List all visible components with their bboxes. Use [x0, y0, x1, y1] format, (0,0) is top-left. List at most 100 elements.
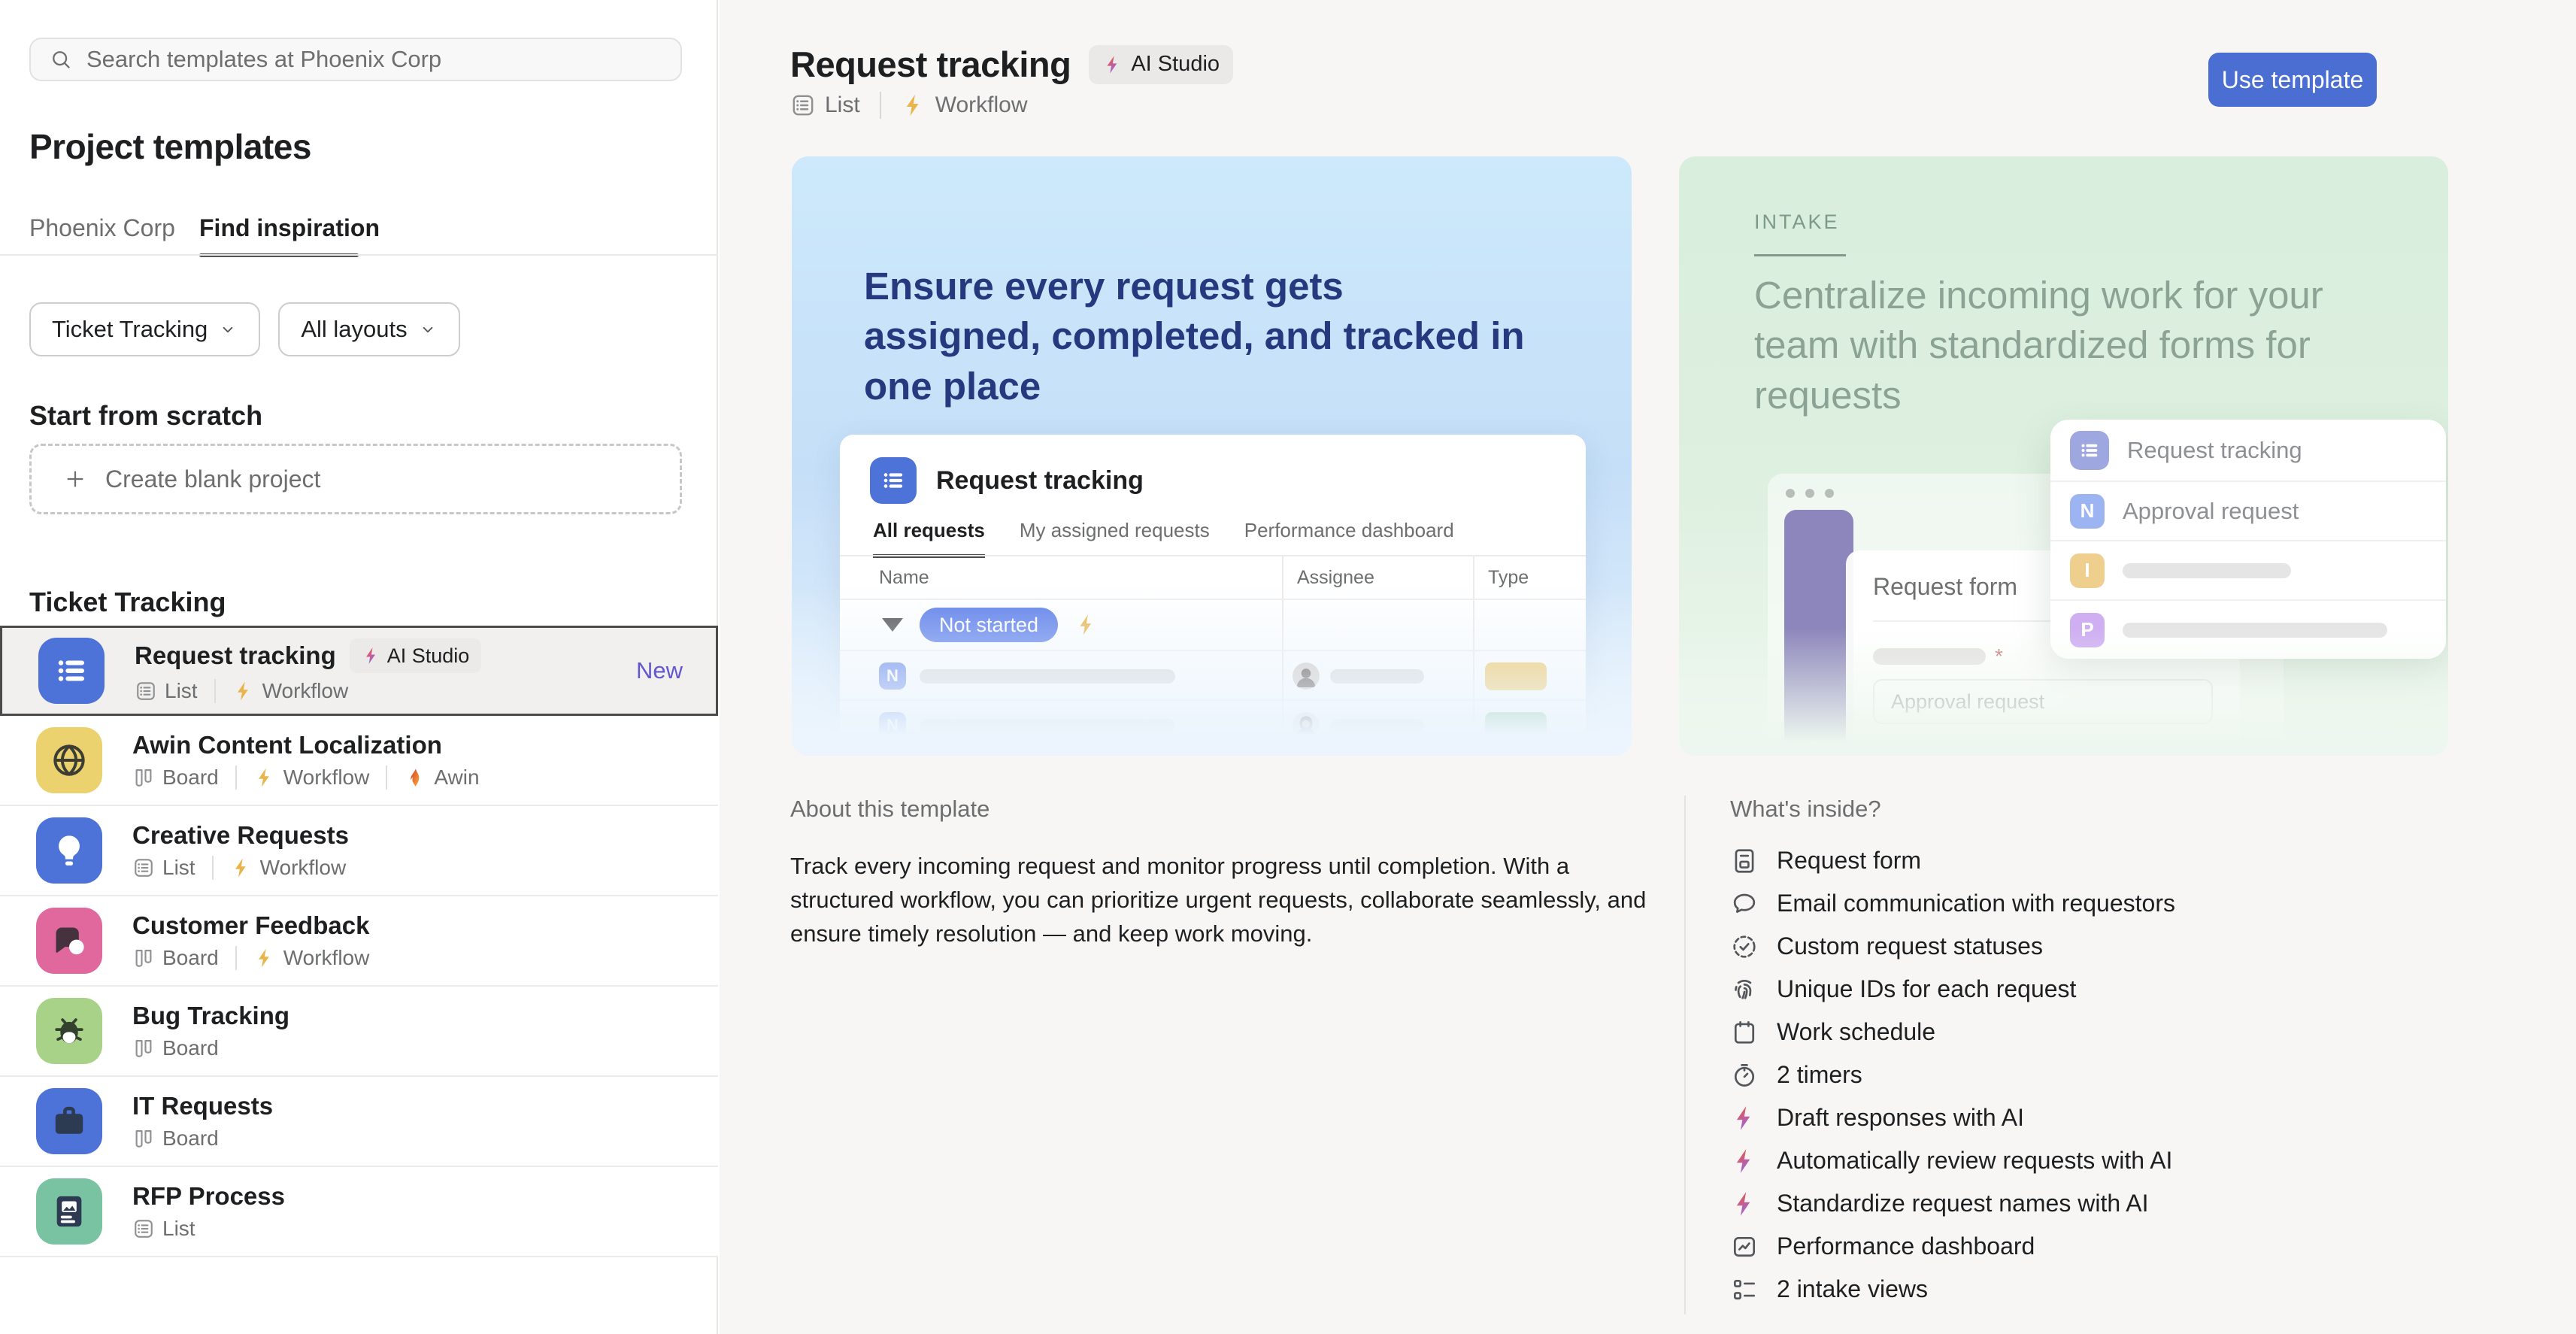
meta-separator — [880, 92, 881, 119]
whats-inside-item-3: Unique IDs for each request — [1730, 968, 2175, 1011]
about-body: Track every incoming request and monitor… — [790, 850, 1655, 951]
whats-inside-label: Email communication with requestors — [1777, 890, 2175, 917]
template-gallery-page: Search templates at Phoenix Corp Project… — [0, 0, 2576, 1334]
ai-studio-badge-label: AI Studio — [1131, 52, 1220, 77]
whats-inside-label: Unique IDs for each request — [1777, 975, 2076, 1003]
form-field-label: * — [1873, 747, 2213, 756]
intake-panel-title: Request tracking — [2127, 437, 2302, 464]
template-title: Request tracking — [790, 44, 1071, 85]
template-tile-icon — [36, 1088, 102, 1154]
whats-inside-heading: What's inside? — [1730, 796, 1881, 823]
template-list-item-4[interactable]: Bug Tracking Board — [0, 987, 718, 1077]
template-item-title: Customer Feedback — [132, 911, 369, 940]
boltAI-icon — [362, 646, 381, 665]
meta-workflow: Workflow — [232, 679, 349, 703]
status-icon — [1730, 932, 1759, 961]
assignee-avatar — [1293, 712, 1320, 739]
mock-sidebar-block — [1784, 510, 1853, 756]
template-list-item-6[interactable]: RFP Process List — [0, 1167, 718, 1257]
task-name-bar — [920, 719, 1175, 733]
template-item-title-row: Creative Requests — [132, 821, 349, 850]
views-icon — [1730, 1275, 1759, 1304]
whats-inside-item-8: Standardize request names with AI — [1730, 1182, 2175, 1225]
mini-table-row-2: N — [840, 749, 1586, 756]
whats-inside-label: Draft responses with AI — [1777, 1104, 2024, 1132]
template-item-title: RFP Process — [132, 1182, 285, 1211]
template-list-item-5[interactable]: IT Requests Board — [0, 1077, 718, 1167]
intake-panel-header: Request tracking — [2050, 420, 2446, 481]
request-row-bar — [2123, 623, 2387, 638]
template-item-body: Bug Tracking Board — [132, 1002, 289, 1060]
tab-phoenix-corp[interactable]: Phoenix Corp — [29, 214, 175, 242]
mini-window-title: Request tracking — [936, 466, 1144, 496]
use-template-button[interactable]: Use template — [2208, 53, 2377, 107]
list-icon — [135, 680, 157, 702]
create-blank-project-button[interactable]: Create blank project — [29, 444, 682, 514]
plus-icon — [63, 467, 87, 491]
intake-kicker: INTAKE — [1754, 211, 1840, 234]
whats-inside-item-2: Custom request statuses — [1730, 925, 2175, 968]
mini-column-header: Name — [879, 567, 929, 589]
board-icon — [132, 766, 155, 789]
template-item-meta: BoardWorkflow — [132, 946, 369, 970]
template-list-item-2[interactable]: Creative Requests ListWorkflow — [0, 806, 718, 896]
template-item-body: RFP Process List — [132, 1182, 285, 1241]
new-badge: New — [636, 657, 683, 684]
boltY-icon — [230, 856, 253, 879]
meta-label: Workflow — [283, 766, 370, 790]
template-item-title-row: IT Requests — [132, 1092, 273, 1120]
template-item-meta: Board — [132, 1036, 289, 1060]
mini-table-row-1: N — [840, 699, 1586, 749]
template-tile-icon — [36, 1178, 102, 1245]
meta-label: Awin — [434, 766, 479, 790]
template-list-item-1[interactable]: Awin Content LocalizationBoardWorkflowAw… — [0, 716, 718, 806]
intake-panel-row-1: I — [2050, 540, 2446, 599]
task-id-badge: N — [879, 662, 906, 690]
chat-icon — [1730, 890, 1759, 918]
list-project-icon — [870, 457, 917, 504]
template-item-meta: ListWorkflow — [132, 856, 349, 880]
template-item-title: Bug Tracking — [132, 1002, 289, 1030]
category-filter-label: Ticket Tracking — [52, 316, 208, 343]
header-meta-list: List — [790, 92, 860, 118]
layout-filter-dropdown[interactable]: All layouts — [278, 302, 459, 356]
tab-find-inspiration[interactable]: Find inspiration — [199, 214, 380, 242]
whats-inside-label: Performance dashboard — [1777, 1232, 2035, 1260]
template-item-title: Creative Requests — [132, 821, 349, 850]
meta-label: List — [162, 1217, 195, 1241]
template-item-title-row: Customer Feedback — [132, 911, 369, 940]
search-placeholder: Search templates at Phoenix Corp — [86, 46, 441, 73]
meta-label: List — [165, 679, 198, 703]
form-input-value: Approval request — [1891, 690, 2044, 714]
template-list-item-0[interactable]: Request trackingAI Studio List Workflow New — [0, 626, 718, 716]
kicker-underline — [1754, 254, 1846, 256]
meta-workflow: Workflow — [253, 766, 370, 790]
whats-inside-item-1: Email communication with requestors — [1730, 882, 2175, 925]
flame-icon — [404, 766, 426, 789]
filter-bar: Ticket Tracking All layouts — [29, 302, 460, 356]
briefcase-icon — [48, 1100, 90, 1142]
avatar-woman-icon — [1293, 712, 1320, 739]
mini-tab-0: All requests — [873, 519, 985, 558]
list-glyph-icon — [878, 465, 908, 496]
template-item-title-row: Request trackingAI Studio — [135, 638, 481, 673]
intake-panel-row-0: NApproval request — [2050, 481, 2446, 540]
meta-separator — [386, 766, 387, 790]
task-id-badge: N — [879, 712, 906, 739]
meta-awin: Awin — [404, 766, 479, 790]
whats-inside-list: Request formEmail communication with req… — [1730, 839, 2175, 1311]
template-item-title: Awin Content Localization — [132, 731, 442, 759]
mini-column-header: Assignee — [1297, 567, 1374, 589]
template-meta: ListWorkflow — [790, 92, 1028, 119]
template-tile-icon — [36, 908, 102, 974]
meta-board: Board — [132, 1126, 219, 1151]
request-type-badge: I — [2070, 553, 2105, 588]
meta-label: Board — [162, 1036, 219, 1060]
detail-header: Request tracking AI Studio — [790, 44, 1233, 85]
category-filter-dropdown[interactable]: Ticket Tracking — [29, 302, 260, 356]
template-item-body: Request trackingAI Studio List Workflow — [135, 638, 481, 703]
template-list-item-3[interactable]: Customer Feedback BoardWorkflow — [0, 896, 718, 987]
template-item-body: IT Requests Board — [132, 1092, 273, 1151]
boltAI-icon — [1730, 1147, 1759, 1175]
search-input[interactable]: Search templates at Phoenix Corp — [29, 38, 682, 81]
